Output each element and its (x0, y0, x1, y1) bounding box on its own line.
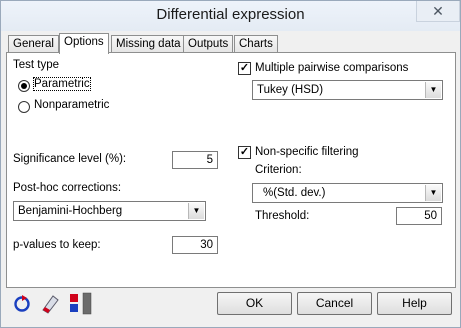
close-icon: ✕ (432, 2, 444, 19)
help-button[interactable]: Help (377, 292, 452, 315)
reset-button[interactable] (11, 292, 33, 315)
title-bar: Differential expression ✕ (1, 1, 460, 31)
nonparametric-label[interactable]: Nonparametric (34, 99, 109, 111)
tab-missing-data[interactable]: Missing data (111, 35, 186, 53)
pairwise-method-select[interactable]: Tukey (HSD) ▼ (252, 80, 443, 100)
pvalues-input[interactable]: 30 (172, 236, 218, 254)
threshold-input[interactable]: 50 (396, 207, 442, 225)
layout-toggle-button[interactable] (67, 292, 95, 315)
multiple-pairwise-label[interactable]: Multiple pairwise comparisons (255, 62, 408, 74)
window-title: Differential expression (156, 6, 305, 23)
pairwise-method-value: Tukey (HSD) (257, 84, 324, 96)
tab-outputs[interactable]: Outputs (183, 35, 234, 53)
test-type-label: Test type (13, 59, 60, 71)
pvalues-label: p-values to keep: (13, 239, 101, 251)
layout-toggle-icon (70, 292, 92, 315)
close-button[interactable]: ✕ (416, 1, 460, 22)
chevron-down-icon[interactable]: ▼ (425, 185, 441, 201)
dialog-window: Differential expression ✕ General Option… (0, 0, 461, 328)
criterion-label: Criterion: (255, 164, 302, 176)
ok-button[interactable]: OK (217, 292, 292, 315)
chevron-down-icon[interactable]: ▼ (188, 203, 204, 219)
eraser-icon (42, 295, 59, 314)
nonparametric-radio[interactable] (18, 101, 30, 113)
tab-missing-data-label: Missing data (116, 38, 181, 50)
tab-general-label: General (13, 38, 54, 50)
nonspecific-label[interactable]: Non-specific filtering (255, 146, 359, 158)
posthoc-select[interactable]: Benjamini-Hochberg ▼ (13, 201, 206, 221)
parametric-label[interactable]: Parametric (33, 77, 91, 91)
criterion-select[interactable]: %(Std. dev.) ▼ (252, 183, 443, 203)
posthoc-value: Benjamini-Hochberg (18, 205, 123, 217)
significance-input[interactable]: 5 (172, 151, 218, 169)
nonspecific-checkbox[interactable]: ✓ (238, 146, 251, 159)
threshold-label: Threshold: (255, 210, 310, 222)
tab-charts-label: Charts (239, 38, 273, 50)
chevron-down-icon[interactable]: ▼ (425, 82, 441, 98)
posthoc-label: Post-hoc corrections: (13, 182, 122, 194)
parametric-radio[interactable] (18, 80, 30, 92)
criterion-value: %(Std. dev.) (263, 187, 326, 199)
cancel-button[interactable]: Cancel (297, 292, 372, 315)
tab-options[interactable]: Options (59, 33, 109, 54)
tab-general[interactable]: General (8, 35, 59, 53)
reset-icon (14, 295, 30, 312)
significance-label: Significance level (%): (13, 153, 127, 165)
eraser-button[interactable] (39, 292, 61, 315)
tab-options-label: Options (64, 36, 104, 48)
tab-charts[interactable]: Charts (234, 35, 278, 53)
multiple-pairwise-checkbox[interactable]: ✓ (238, 62, 251, 75)
tab-outputs-label: Outputs (188, 38, 229, 50)
